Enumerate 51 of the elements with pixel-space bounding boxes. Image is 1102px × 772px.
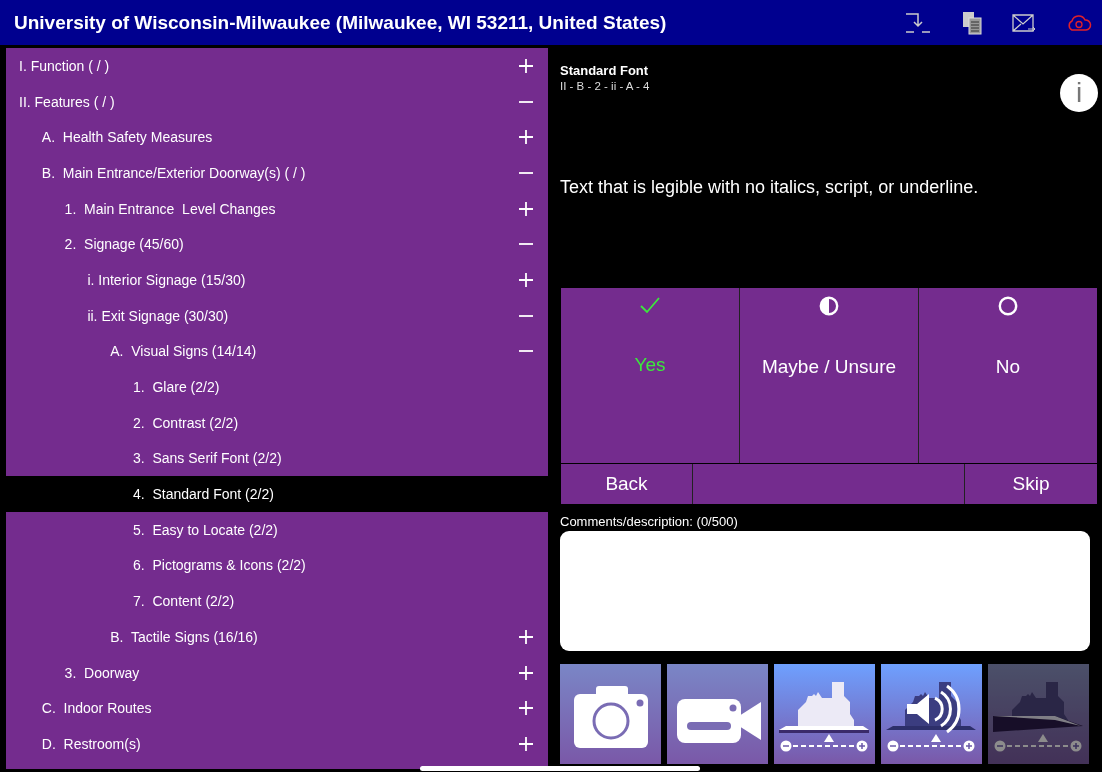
outline-item[interactable]: 7. Content (2/2) xyxy=(6,583,548,619)
outline-item[interactable]: 5. Easy to Locate (2/2) xyxy=(6,511,548,548)
outline-item[interactable]: 3. Doorway xyxy=(6,654,548,691)
comments-label: Comments/description: (0/500) xyxy=(560,514,739,529)
outline-item[interactable]: ii. Exit Signage (30/30) xyxy=(6,297,548,334)
answer-option[interactable]: No xyxy=(919,288,1097,463)
expand-icon[interactable] xyxy=(518,628,534,645)
cloud-sync-icon[interactable] xyxy=(1066,13,1092,32)
window-title: University of Wisconsin-Milwaukee (Milwaukee, WI 53211, United States) xyxy=(14,11,668,34)
outline-item[interactable]: 2. Contrast (2/2) xyxy=(6,404,548,441)
outline-item[interactable]: i. Interior Signage (15/30) xyxy=(6,262,548,298)
expand-icon[interactable] xyxy=(518,271,534,288)
mail-icon[interactable] xyxy=(1012,12,1036,33)
copy-icon[interactable] xyxy=(962,10,982,35)
outline-item[interactable]: 3. Sans Serif Font (2/2) xyxy=(6,440,548,477)
expand-icon[interactable] xyxy=(518,664,534,681)
skip-button[interactable]: Skip xyxy=(965,464,1097,504)
answer-option[interactable]: Maybe / Unsure xyxy=(740,288,918,463)
half-circle-icon xyxy=(819,296,839,316)
camera-button[interactable] xyxy=(560,664,661,764)
check-icon xyxy=(639,296,661,314)
expand-icon[interactable] xyxy=(518,735,534,752)
expand-icon[interactable] xyxy=(518,129,534,146)
expand-icon[interactable] xyxy=(518,57,534,74)
info-button[interactable]: i xyxy=(1060,74,1098,112)
outline-item[interactable]: D. Restroom(s) xyxy=(6,726,548,762)
item-title: Standard Font xyxy=(560,63,650,78)
outline-item[interactable]: B. Tactile Signs (16/16) xyxy=(6,619,548,655)
answer-option[interactable]: Yes xyxy=(561,288,739,463)
outline-item[interactable]: C. Indoor Routes xyxy=(6,690,548,727)
outline-item[interactable]: 4. Standard Font (2/2) xyxy=(6,476,548,512)
outline-item[interactable]: 1. Main Entrance Level Changes xyxy=(6,190,548,227)
download-icon[interactable] xyxy=(904,11,932,34)
outline-item[interactable]: 2. Signage (45/60) xyxy=(6,226,548,263)
city-sound-slider-button[interactable] xyxy=(881,664,982,764)
outline-item[interactable]: II. Features ( / ) xyxy=(6,83,548,120)
back-button[interactable]: Back xyxy=(561,464,692,504)
video-camera-button[interactable] xyxy=(667,664,768,764)
outline-item[interactable]: A. Health Safety Measures xyxy=(6,119,548,156)
outline-item[interactable]: 6. Pictograms & Icons (2/2) xyxy=(6,547,548,584)
question-text: Text that is legible with no italics, script, or underline. xyxy=(560,177,980,199)
expand-icon[interactable] xyxy=(518,700,534,717)
city-brightness-slider-button[interactable] xyxy=(774,664,875,764)
comments-field[interactable] xyxy=(560,531,1090,651)
outline-item[interactable]: 1. Glare (2/2) xyxy=(6,369,548,405)
outline-item[interactable]: I. Function ( / ) xyxy=(6,48,548,84)
expand-icon[interactable] xyxy=(518,200,534,217)
circle-icon xyxy=(998,296,1018,316)
item-path: II - B - 2 - ii - A - 4 xyxy=(560,80,650,92)
outline-item[interactable]: A. Visual Signs (14/14) xyxy=(6,333,548,370)
outline-item[interactable]: B. Main Entrance/Exterior Doorway(s) ( / ) xyxy=(6,155,548,191)
